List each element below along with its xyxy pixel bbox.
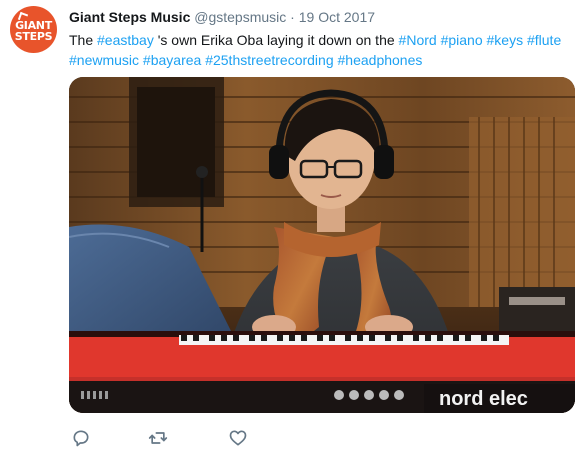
tweet-text: The #eastbay 's own Erika Oba laying it … [69,30,574,70]
tweet-header: Giant Steps Music @gstepsmusic · 19 Oct … [69,8,375,26]
tweet-card: GIANT STEPS Giant Steps Music @gstepsmus… [0,0,585,452]
heart-icon [229,430,247,446]
header-separator: · [290,9,295,25]
like-button[interactable] [228,428,248,448]
hashtag-nord[interactable]: #Nord [399,32,437,48]
hashtag-piano[interactable]: #piano [441,32,483,48]
hashtag-25thstreetrecording[interactable]: #25thstreetrecording [205,52,333,68]
hashtag-keys[interactable]: #keys [487,32,524,48]
hashtag-headphones[interactable]: #headphones [338,52,423,68]
reply-button[interactable] [71,428,91,448]
tweet-photo[interactable]: nord elec [69,77,575,413]
retweet-icon [148,432,168,444]
text-word: 's own Erika Oba laying it down on the [157,32,395,48]
avatar-logo-line2: STEPS [14,30,53,43]
author-handle[interactable]: @gstepsmusic [194,9,286,25]
keyboard-brand-text: nord elec [439,388,528,410]
reply-icon [73,430,89,447]
retweet-button[interactable] [148,428,168,448]
avatar[interactable]: GIANT STEPS [10,6,57,53]
hashtag-eastbay[interactable]: #eastbay [97,32,154,48]
hashtag-flute[interactable]: #flute [527,32,561,48]
author-name[interactable]: Giant Steps Music [69,9,190,25]
tweet-actions [69,428,319,448]
hashtag-bayarea[interactable]: #bayarea [143,52,201,68]
text-word: The [69,32,94,48]
tweet-date[interactable]: 19 Oct 2017 [299,9,375,25]
photo-musician-at-keyboard: nord elec [69,77,575,413]
hashtag-newmusic[interactable]: #newmusic [69,52,139,68]
